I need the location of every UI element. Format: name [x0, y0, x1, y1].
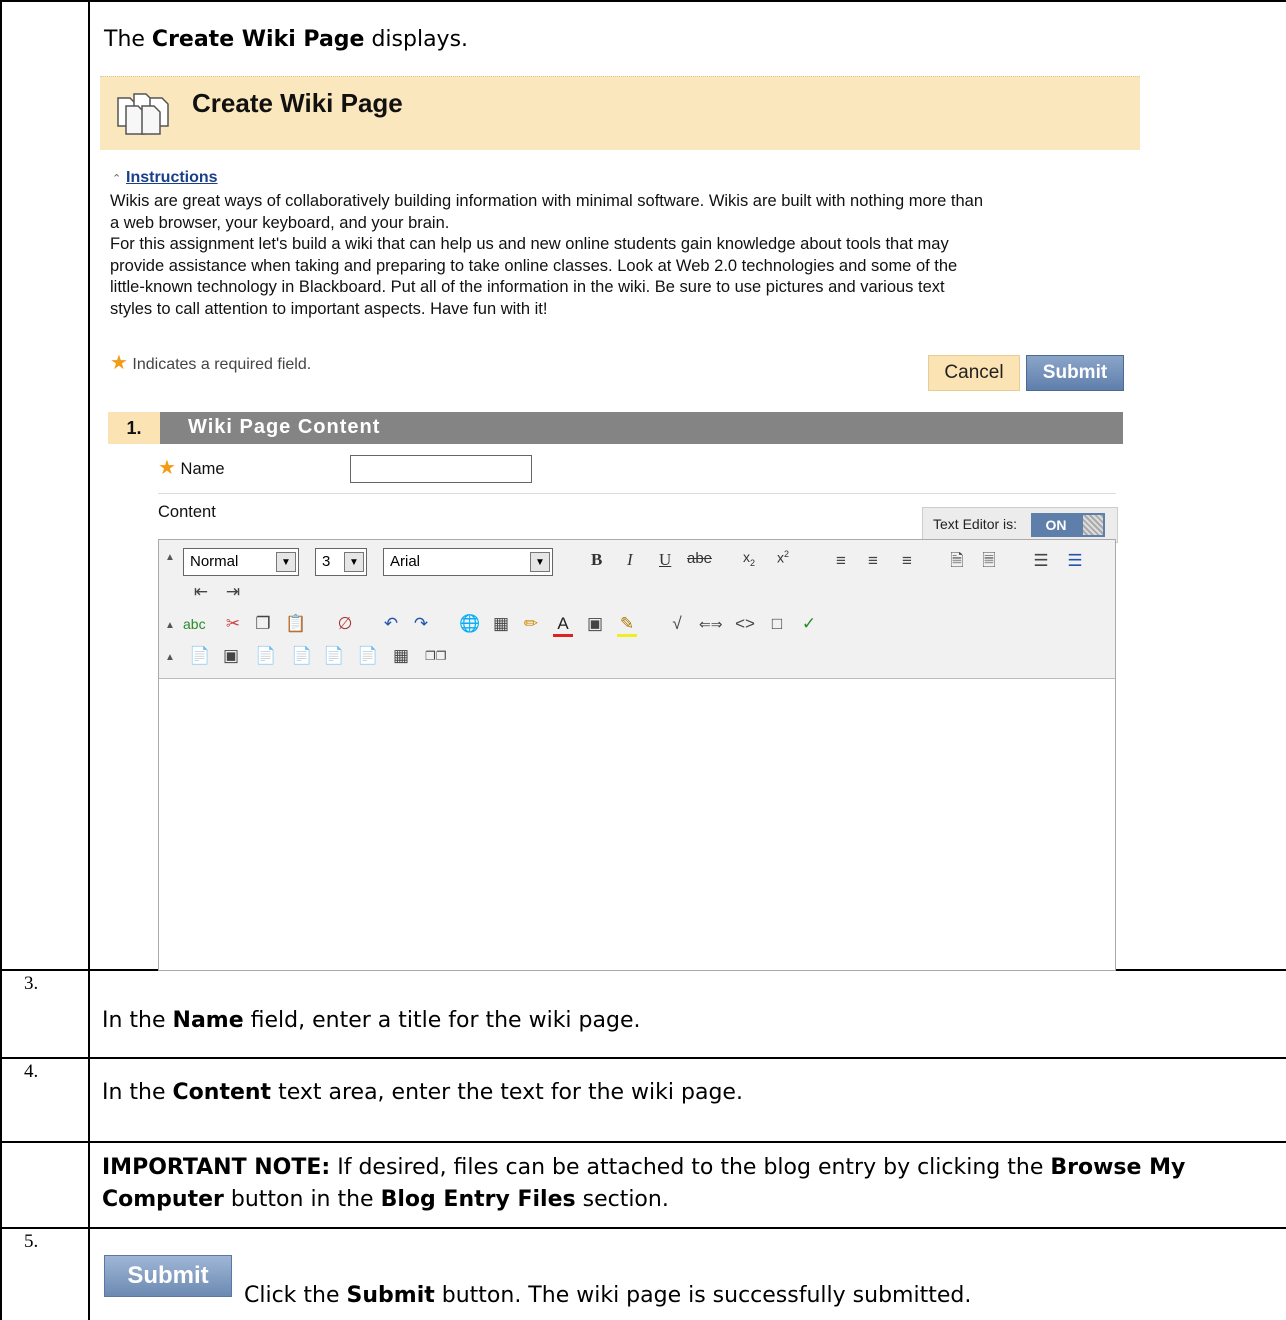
embed-icon[interactable]: ⇐⇒ — [699, 614, 722, 634]
dropdown-arrow-icon: ▼ — [276, 552, 296, 572]
table-row-divider — [0, 1141, 1286, 1143]
fullscreen-icon[interactable]: □ — [767, 614, 787, 634]
align-right-icon[interactable]: ≡ — [897, 551, 917, 571]
instruction-document: The Create Wiki Page displays. Create Wi… — [0, 0, 1286, 1320]
spellcheck-icon[interactable]: abc — [183, 614, 206, 634]
insert-audio-icon[interactable]: 📄 — [291, 646, 312, 666]
table-row-divider — [0, 1057, 1286, 1059]
format-select[interactable]: Normal ▼ — [183, 548, 299, 576]
text-editor-state: ON — [1045, 517, 1067, 533]
text-editor-toggle[interactable]: ON — [1031, 513, 1105, 537]
align-left-icon[interactable]: ≡ — [831, 551, 851, 571]
collapse-row-icon[interactable]: ▲ — [165, 620, 175, 631]
superscript-icon[interactable]: x2 — [777, 549, 789, 566]
instructions-text: Wikis are great ways of collaboratively … — [110, 192, 984, 318]
undo-icon[interactable]: ↶ — [381, 614, 401, 634]
math-icon[interactable]: √ — [667, 614, 687, 634]
section-header: 1. Wiki Page Content — [108, 412, 1123, 444]
collapse-row-icon[interactable]: ▲ — [165, 652, 175, 663]
text-editor-toggle-box: Text Editor is: ON — [922, 507, 1118, 543]
cancel-button[interactable]: Cancel — [928, 355, 1020, 391]
required-star-icon: ★ — [110, 352, 128, 374]
insert-media-icon[interactable]: 📄 — [255, 646, 276, 666]
insert-image-icon[interactable]: ▣ — [221, 646, 241, 666]
html-icon[interactable]: <> — [735, 614, 755, 634]
step-number: 4. — [24, 1061, 39, 1082]
underline-icon[interactable]: U — [659, 550, 671, 570]
insert-video-icon[interactable]: 📄 — [323, 646, 344, 666]
collapse-row-icon[interactable]: ▲ — [165, 552, 175, 563]
divider — [158, 493, 1116, 494]
dropdown-arrow-icon: ▼ — [344, 552, 364, 572]
outdent-icon[interactable]: ⇤ — [191, 582, 211, 602]
content-label: Content — [158, 503, 216, 521]
step-number: 3. — [24, 973, 39, 994]
table-icon[interactable]: ▦ — [491, 614, 511, 634]
page-title: Create Wiki Page — [192, 88, 403, 118]
indent-icon[interactable]: ⇥ — [223, 582, 243, 602]
wiki-link-icon[interactable]: ❐❐ — [425, 646, 447, 666]
table-column-divider — [88, 0, 90, 1320]
text-color-icon[interactable]: A — [553, 614, 573, 637]
wiki-pages-icon — [117, 93, 169, 135]
spellcheck-toggle-icon[interactable]: ✓ — [799, 614, 819, 634]
required-star-icon: ★ — [158, 457, 176, 479]
replace-icon[interactable]: 🗏 — [979, 551, 999, 571]
font-family-select[interactable]: Arial ▼ — [383, 548, 553, 576]
mashup-icon[interactable]: ▦ — [391, 646, 411, 666]
paste-icon[interactable]: 📋 — [285, 614, 306, 634]
ordered-list-icon[interactable]: ☰ — [1031, 551, 1051, 571]
submit-button[interactable]: Submit — [1026, 355, 1124, 391]
step-text: In the Name field, enter a title for the… — [102, 1008, 641, 1033]
important-note: IMPORTANT NOTE: If desired, files can be… — [102, 1155, 1186, 1212]
collapse-chevron-icon[interactable]: ⌃ — [112, 172, 121, 185]
unordered-list-icon[interactable]: ☰ — [1065, 551, 1085, 571]
find-icon[interactable]: 🗎 — [947, 551, 967, 571]
subscript-icon[interactable]: x2 — [743, 549, 755, 568]
name-input[interactable] — [350, 455, 532, 483]
table-border-left — [0, 0, 2, 1320]
instructions-link[interactable]: Instructions — [126, 169, 218, 187]
link-icon[interactable]: 🌐 — [459, 614, 480, 634]
cut-icon[interactable]: ✂ — [223, 614, 243, 634]
dropdown-arrow-icon: ▼ — [530, 552, 550, 572]
special-char-icon[interactable]: ▣ — [585, 614, 605, 634]
section-number: 1. — [108, 412, 160, 444]
draw-icon[interactable]: ✏ — [521, 614, 541, 634]
intro-text: The Create Wiki Page displays. — [104, 27, 469, 52]
remove-format-icon[interactable]: ∅ — [335, 614, 355, 634]
required-field-note: ★ Indicates a required field. — [110, 352, 312, 374]
strikethrough-icon[interactable]: abe — [687, 550, 712, 567]
step-number: 5. — [24, 1231, 39, 1252]
insert-flash-icon[interactable]: 📄 — [357, 646, 378, 666]
toggle-grip-icon — [1083, 515, 1103, 535]
step-text: Click the Submit button. The wiki page i… — [244, 1283, 972, 1308]
step-text: In the Content text area, enter the text… — [102, 1080, 743, 1105]
attach-file-icon[interactable]: 📄 — [189, 646, 210, 666]
name-label: ★ Name — [158, 457, 225, 479]
italic-icon[interactable]: I — [627, 550, 633, 570]
editor-toolbar: ▲ Normal ▼ 3 ▼ Arial ▼ B I U abe x2 x2 ≡ ≡ … — [159, 540, 1115, 679]
redo-icon[interactable]: ↷ — [411, 614, 431, 634]
page-header: Create Wiki Page — [100, 76, 1140, 150]
table-row-divider — [0, 1227, 1286, 1229]
text-editor-label: Text Editor is: — [933, 516, 1018, 532]
submit-button-image: Submit — [104, 1255, 232, 1297]
highlight-icon[interactable]: ✎ — [617, 614, 637, 637]
table-border-top — [0, 0, 1286, 2]
font-size-select[interactable]: 3 ▼ — [315, 548, 367, 576]
align-center-icon[interactable]: ≡ — [863, 551, 883, 571]
copy-icon[interactable]: ❐ — [253, 614, 273, 634]
content-editor[interactable]: ▲ Normal ▼ 3 ▼ Arial ▼ B I U abe x2 x2 ≡ ≡ … — [158, 539, 1116, 971]
section-title: Wiki Page Content — [188, 416, 381, 438]
bold-icon[interactable]: B — [591, 550, 602, 570]
